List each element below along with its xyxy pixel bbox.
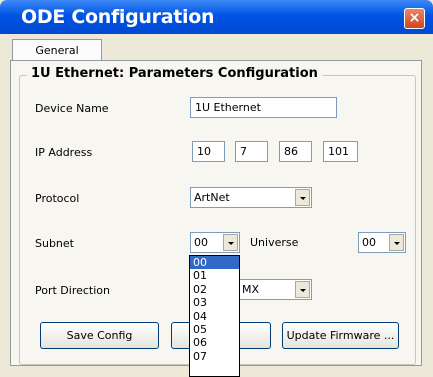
subnet-dropdown-list[interactable]: 00 01 02 03 04 05 06 07 bbox=[189, 255, 240, 377]
window-title: ODE Configuration bbox=[21, 6, 215, 28]
subnet-label: Subnet bbox=[35, 237, 74, 250]
protocol-select[interactable]: ArtNet bbox=[190, 187, 312, 208]
port-direction-label: Port Direction bbox=[35, 284, 110, 297]
close-icon: × bbox=[408, 10, 421, 26]
ip-address-label: IP Address bbox=[35, 146, 93, 159]
protocol-label: Protocol bbox=[35, 192, 80, 205]
close-button[interactable]: × bbox=[404, 8, 425, 29]
subnet-option-01[interactable]: 01 bbox=[190, 269, 239, 282]
subnet-option-06[interactable]: 06 bbox=[190, 336, 239, 349]
save-config-button[interactable]: Save Config bbox=[40, 322, 159, 349]
subnet-option-00[interactable]: 00 bbox=[190, 256, 239, 270]
ode-configuration-window: ODE Configuration × General Settings 1U … bbox=[0, 0, 433, 377]
subnet-value: 00 bbox=[194, 236, 208, 249]
universe-label: Universe bbox=[250, 236, 299, 249]
subnet-option-04[interactable]: 04 bbox=[190, 310, 239, 323]
protocol-value: ArtNet bbox=[194, 191, 230, 204]
ip-octet-1-input[interactable]: 10 bbox=[192, 141, 225, 162]
chevron-down-icon[interactable] bbox=[389, 234, 404, 251]
title-bar[interactable]: ODE Configuration × bbox=[0, 0, 433, 34]
device-name-label: Device Name bbox=[35, 102, 109, 115]
subnet-option-03[interactable]: 03 bbox=[190, 296, 239, 309]
ip-octet-2-input[interactable]: 7 bbox=[235, 141, 268, 162]
chevron-down-icon[interactable] bbox=[223, 234, 238, 251]
chevron-down-icon[interactable] bbox=[295, 281, 310, 298]
universe-select[interactable]: 00 bbox=[358, 232, 406, 253]
ip-octet-4-input[interactable]: 101 bbox=[323, 141, 358, 162]
tab-general-settings[interactable]: General Settings bbox=[12, 39, 102, 78]
subnet-option-05[interactable]: 05 bbox=[190, 323, 239, 336]
group-title: 1U Ethernet: Parameters Configuration bbox=[27, 66, 322, 81]
device-name-input[interactable]: 1U Ethernet bbox=[190, 97, 337, 118]
subnet-option-02[interactable]: 02 bbox=[190, 283, 239, 296]
subnet-select[interactable]: 00 bbox=[190, 232, 240, 253]
chevron-down-icon[interactable] bbox=[295, 189, 310, 206]
subnet-option-07[interactable]: 07 bbox=[190, 350, 239, 363]
universe-value: 00 bbox=[362, 236, 376, 249]
port-direction-value: MX bbox=[242, 283, 260, 296]
ip-octet-3-input[interactable]: 86 bbox=[279, 141, 312, 162]
update-firmware-button[interactable]: Update Firmware ... bbox=[282, 322, 399, 349]
